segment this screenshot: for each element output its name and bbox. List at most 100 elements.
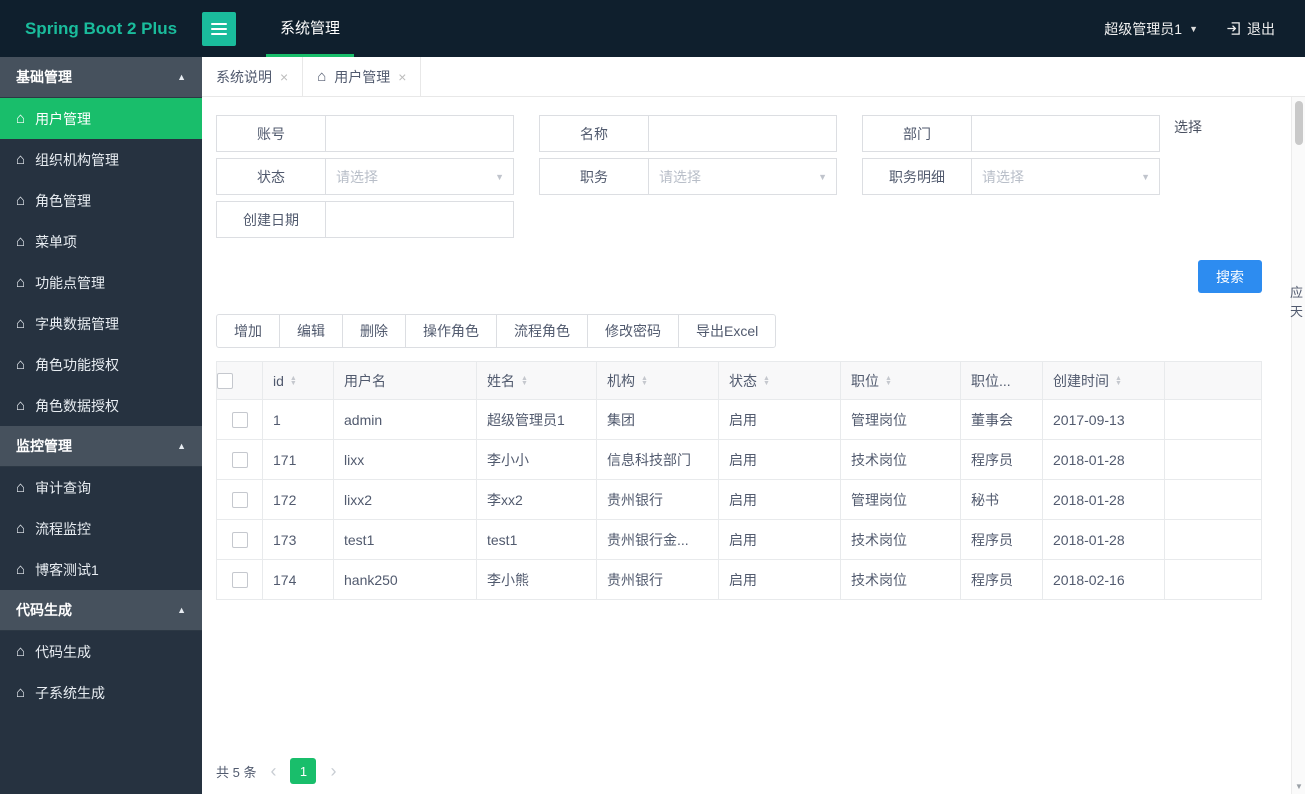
cell-created: 2017-09-13 [1042,399,1165,440]
duty-detail-select[interactable]: 请选择 ▼ [972,158,1160,195]
cell-position: 管理岗位 [840,479,961,520]
delete-button[interactable]: 删除 [342,314,406,348]
sidebar-item-blog-test[interactable]: ⌂ 博客测试1 [0,549,202,590]
chevron-down-icon: ▼ [818,171,827,182]
sort-icon[interactable]: ▲ ▼ [763,375,770,387]
sidebar-item-role-data-auth[interactable]: ⌂ 角色数据授权 [0,385,202,426]
add-button[interactable]: 增加 [216,314,280,348]
cell-org: 贵州银行 [596,559,719,600]
logout-button[interactable]: 退出 [1226,19,1275,39]
sidebar-item-audit-query[interactable]: ⌂ 审计查询 [0,467,202,508]
field-create-date: 创建日期 [216,201,514,238]
cell-org: 贵州银行金... [596,519,719,560]
sidebar-item-code-generation[interactable]: ⌂ 代码生成 [0,631,202,672]
sort-icon[interactable]: ▲ ▼ [521,375,528,387]
sidebar-item-org-management[interactable]: ⌂ 组织机构管理 [0,139,202,180]
field-label: 账号 [216,115,326,152]
column-header-org[interactable]: 机构 ▲ ▼ [596,361,719,400]
change-password-button[interactable]: 修改密码 [587,314,679,348]
scrollbar-thumb[interactable] [1295,101,1303,145]
select-all-checkbox[interactable] [217,373,233,390]
table-row[interactable]: 173 test1 test1 贵州银行金... 启用 技术岗位 程序员 201… [216,519,1262,560]
cell-id: 174 [262,559,334,600]
operate-role-button[interactable]: 操作角色 [405,314,497,348]
search-button[interactable]: 搜索 [1198,260,1262,293]
row-checkbox[interactable] [231,452,248,469]
sidebar-toggle-button[interactable] [202,11,236,46]
menu-item-label: 代码生成 [35,643,92,660]
edit-button[interactable]: 编辑 [279,314,343,348]
duty-select[interactable]: 请选择 ▼ [649,158,837,195]
row-checkbox[interactable] [231,532,248,549]
vertical-scrollbar[interactable]: ▼ [1291,97,1305,794]
tab-label: 系统说明 [216,68,272,85]
tab-system-description[interactable]: 系统说明 × [202,57,304,96]
table-row[interactable]: 174 hank250 李小熊 贵州银行 启用 技术岗位 程序员 2018-02… [216,559,1262,600]
sidebar-item-role-function-auth[interactable]: ⌂ 角色功能授权 [0,344,202,385]
sidebar-item-role-management[interactable]: ⌂ 角色管理 [0,180,202,221]
cell-status: 启用 [718,519,841,560]
sidebar-section-basic-management[interactable]: 基础管理 ▲ [0,57,202,98]
create-date-input[interactable] [326,201,514,238]
home-icon: ⌂ [317,68,327,85]
table-row[interactable]: 1 admin 超级管理员1 集团 启用 管理岗位 董事会 2017-09-13 [216,399,1262,440]
sidebar-item-menu-items[interactable]: ⌂ 菜单项 [0,221,202,262]
clipped-text-artifact: 应 天 [1290,285,1304,319]
column-header-username: 用户名 [333,361,477,400]
collapse-up-icon: ▲ [177,72,186,82]
row-checkbox[interactable] [231,412,248,429]
chevron-down-icon: ▼ [495,171,504,182]
logout-label: 退出 [1247,20,1275,37]
status-select[interactable]: 请选择 ▼ [326,158,514,195]
page-1-button[interactable]: 1 [290,758,317,784]
row-checkbox[interactable] [231,572,248,589]
sort-icon[interactable]: ▲ ▼ [885,375,892,387]
menu-item-label: 角色数据授权 [35,397,120,414]
cell-username: lixx [333,439,477,480]
account-input[interactable] [326,115,514,152]
field-label: 状态 [216,158,326,195]
tab-user-management[interactable]: ⌂ 用户管理 × [303,57,422,96]
close-icon[interactable]: × [398,69,406,85]
sidebar-item-subsystem-generation[interactable]: ⌂ 子系统生成 [0,672,202,713]
menu-icon [211,32,227,35]
menu-icon [211,27,227,30]
cell-position-detail: 程序员 [960,559,1043,600]
column-header-position[interactable]: 职位 ▲ ▼ [840,361,961,400]
cell-id: 171 [262,439,334,480]
sidebar-item-process-monitor[interactable]: ⌂ 流程监控 [0,508,202,549]
close-icon[interactable]: × [280,69,288,85]
department-input[interactable] [972,115,1160,152]
sidebar-item-user-management[interactable]: ⌂ 用户管理 [0,98,202,139]
select-placeholder: 请选择 [336,168,378,185]
process-role-button[interactable]: 流程角色 [496,314,588,348]
cell-name: 李小熊 [476,559,597,600]
topnav-system-management[interactable]: 系统管理 [266,0,355,57]
column-header-id[interactable]: id ▲ ▼ [262,361,334,400]
cell-created: 2018-01-28 [1042,519,1165,560]
row-checkbox[interactable] [231,492,248,509]
table-row[interactable]: 172 lixx2 李xx2 贵州银行 启用 管理岗位 秘书 2018-01-2… [216,479,1262,520]
sort-icon[interactable]: ▲ ▼ [641,375,648,387]
cell-position: 技术岗位 [840,519,961,560]
sidebar-item-dict-data-management[interactable]: ⌂ 字典数据管理 [0,303,202,344]
table-row[interactable]: 171 lixx 李小小 信息科技部门 启用 技术岗位 程序员 2018-01-… [216,439,1262,480]
export-excel-button[interactable]: 导出Excel [678,314,777,348]
menu-item-label: 博客测试1 [35,561,99,578]
user-menu[interactable]: 超级管理员1 ▼ [1104,19,1198,39]
cell-status: 启用 [718,479,841,520]
sidebar-section-monitor-management[interactable]: 监控管理 ▲ [0,426,202,467]
choose-link[interactable]: 选择 [1174,117,1202,137]
sidebar-section-code-generation[interactable]: 代码生成 ▲ [0,590,202,631]
column-header-status[interactable]: 状态 ▲ ▼ [718,361,841,400]
next-page-button[interactable]: › [328,762,338,780]
column-header-name[interactable]: 姓名 ▲ ▼ [476,361,597,400]
section-title: 基础管理 [16,69,72,85]
prev-page-button[interactable]: ‹ [268,762,278,780]
sort-icon[interactable]: ▲ ▼ [1115,375,1122,387]
name-input[interactable] [649,115,837,152]
column-header-created[interactable]: 创建时间 ▲ ▼ [1042,361,1165,400]
scroll-down-arrow-icon[interactable]: ▼ [1292,782,1305,791]
sort-icon[interactable]: ▲ ▼ [290,375,297,387]
sidebar-item-function-point-management[interactable]: ⌂ 功能点管理 [0,262,202,303]
